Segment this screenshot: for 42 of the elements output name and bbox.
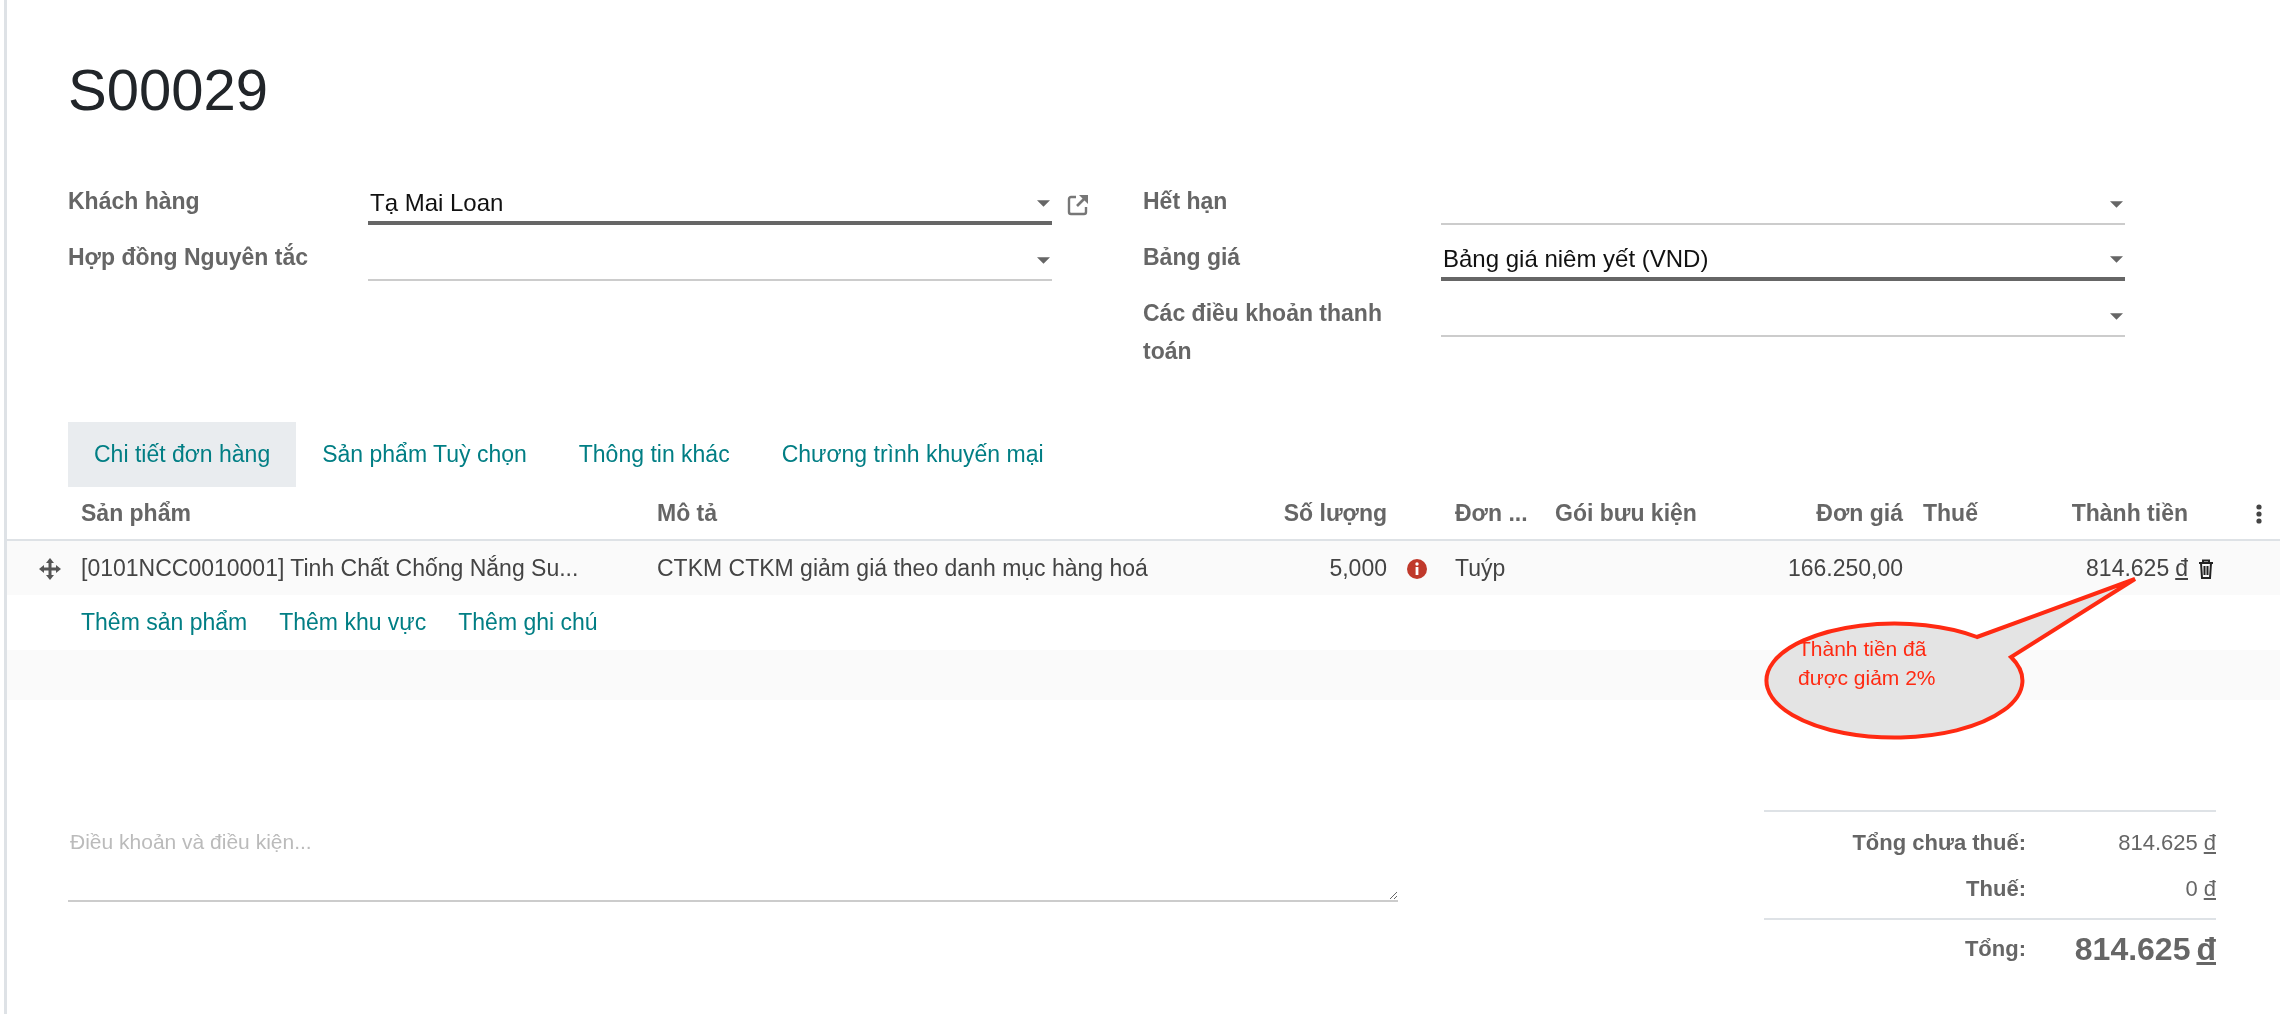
currency-symbol: đ [2203, 876, 2216, 901]
table-cell: CTKM CTKM giảm giá theo danh mục hàng hoá [647, 540, 1237, 595]
currency-symbol: đ [2175, 554, 2188, 581]
table-cell: 5,000 [1237, 540, 1397, 595]
field-label: Các điều khoản thanh toán [1143, 299, 1383, 366]
add-line-link[interactable]: Thêm khu vực [279, 609, 427, 636]
drag-handle-icon[interactable] [39, 558, 61, 581]
field-label: Khách hàng [68, 187, 201, 216]
field-label: Hết hạn [1143, 187, 1229, 216]
tab[interactable]: Chương trình khuyến mại [755, 422, 1070, 487]
external-link-icon[interactable] [1066, 193, 1090, 217]
record-title: S00029 [68, 56, 269, 124]
currency-symbol: đ [2196, 930, 2216, 967]
table-cell: [0101NCC0010001] Tinh Chất Chống Nắng Su... [71, 540, 647, 595]
caret-icon [1037, 199, 1050, 207]
total-label: Thuế: [1965, 876, 2027, 902]
more-options-icon[interactable] [2256, 504, 2262, 525]
caret-icon [2110, 312, 2123, 320]
tab[interactable]: Sản phẩm Tuỳ chọn [296, 422, 553, 487]
add-line-link[interactable]: Thêm ghi chú [458, 609, 598, 636]
terms-field[interactable]: Điều khoản và điều kiện... [68, 830, 1398, 902]
field-label: Bảng giá [1143, 243, 1242, 272]
tab[interactable]: Thông tin khác [552, 422, 756, 487]
amount-text: 0 [2185, 876, 2198, 901]
caret-icon [2110, 200, 2123, 208]
dropdown-field[interactable]: Bảng giá niêm yết (VND) [1441, 241, 2125, 281]
trash-icon[interactable] [2198, 559, 2214, 580]
caret-icon [2110, 255, 2123, 263]
currency-symbol: đ [2203, 830, 2216, 855]
caret-icon [1037, 256, 1050, 264]
field-label: Hợp đồng Nguyên tắc [68, 242, 309, 272]
amount-text: 814.625 [2086, 554, 2170, 581]
dropdown-field[interactable]: Tạ Mai Loan [368, 185, 1052, 225]
amount-text: 814.625 [2118, 830, 2198, 855]
callout-text: Thành tiền đã được giảm 2% [1798, 636, 1937, 691]
add-line-link[interactable]: Thêm sản phẩm [81, 609, 248, 636]
table-cell: 166.250,00 [1750, 540, 1913, 595]
amount-text: 814.625 [2074, 930, 2191, 967]
total-label: Tổng chưa thuế: [1851, 830, 2027, 856]
table-cell: Tuýp [1445, 540, 1545, 595]
tab[interactable]: Chi tiết đơn hàng [68, 422, 297, 487]
total-label: Tổng: [1963, 936, 2027, 962]
